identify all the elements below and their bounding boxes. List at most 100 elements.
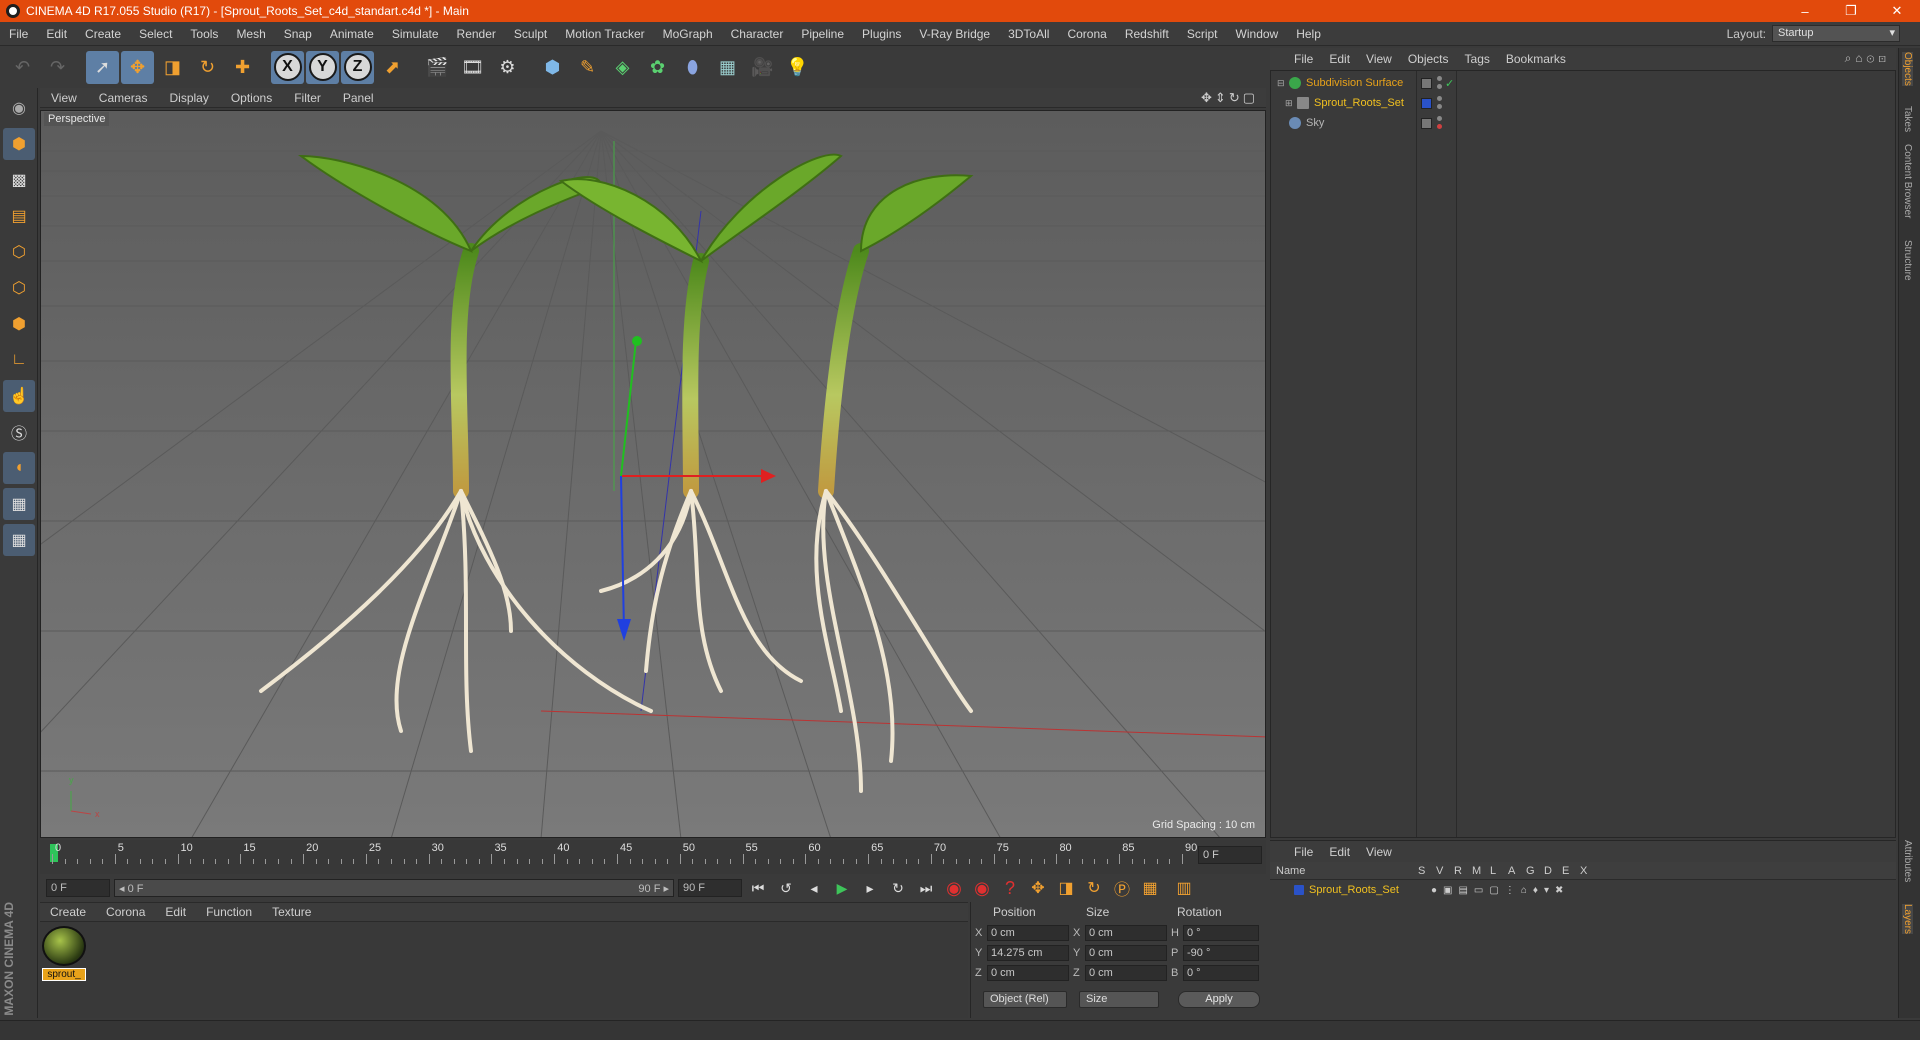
point-level-animation-icon[interactable]: ▦ [1138,877,1162,899]
pen-icon[interactable]: ✎ [571,51,604,84]
deformer-icon[interactable]: ⬮ [676,51,709,84]
visibility-editor-dot[interactable] [1437,96,1442,101]
menu-window[interactable]: Window [1227,27,1288,41]
object-menu-file[interactable]: File [1286,52,1321,66]
layout-dropdown[interactable]: Startup [1772,25,1900,42]
layer-row-sprout-roots-set[interactable]: Sprout_Roots_Set ●▣▤▭▢⋮⌂♦▾✖ [1270,880,1894,900]
coordinate-mode-dropdown[interactable]: Object (Rel) [983,991,1067,1008]
make-editable-icon[interactable]: ◉ [3,92,35,124]
layer-menu-edit[interactable]: Edit [1321,845,1358,859]
move-icon[interactable]: ✥ [121,50,154,84]
coordinate-system-icon[interactable]: ⬈ [376,51,409,84]
material-menu-edit[interactable]: Edit [155,905,196,919]
object-row-sky[interactable]: Sky [1271,113,1895,133]
polygons-mode-icon[interactable]: ⬢ [3,308,35,340]
maximize-button[interactable]: ❐ [1828,3,1874,19]
layer-menu-view[interactable]: View [1358,845,1400,859]
render-picture-viewer-icon[interactable]: 🎞 [456,51,489,84]
perspective-viewport[interactable]: Perspective y x Grid Spacing : 10 cm [40,110,1266,838]
redo-icon[interactable]: ↷ [41,51,74,84]
menu-pipeline[interactable]: Pipeline [792,27,853,41]
last-tool-icon[interactable]: ✚ [226,51,259,84]
workplane-icon[interactable]: ▤ [3,200,35,232]
rotation-p-field[interactable]: -90 ° [1183,945,1259,961]
camera-icon[interactable]: 🎥 [746,51,779,84]
texture-mode-icon[interactable]: ▩ [3,164,35,196]
object-menu-edit[interactable]: Edit [1321,52,1358,66]
render-view-icon[interactable]: 🎬 [421,51,454,84]
cube-icon[interactable]: ⬢ [536,51,569,84]
viewport-menu-view[interactable]: View [40,91,88,105]
snap-icon[interactable]: ◖ [3,452,35,484]
go-to-end-icon[interactable]: ⏭ [914,877,938,899]
light-icon[interactable]: 💡 [781,51,814,84]
position-y-field[interactable]: 14.275 cm [987,945,1069,961]
visibility-render-dot[interactable] [1437,104,1442,109]
menu-vray-bridge[interactable]: V-Ray Bridge [910,27,999,41]
next-key-icon[interactable]: ↻ [886,877,910,899]
x-axis-icon[interactable]: X [271,50,304,84]
tab-layers[interactable]: Layers [1902,904,1913,935]
position-key-icon[interactable]: ✥ [1026,877,1050,899]
size-mode-dropdown[interactable]: Size [1079,991,1159,1008]
layer-toggle-icons[interactable]: ●▣▤▭▢⋮⌂♦▾✖ [1431,885,1569,896]
menu-render[interactable]: Render [448,27,505,41]
size-z-field[interactable]: 0 cm [1085,965,1167,981]
viewport-menu-filter[interactable]: Filter [283,91,332,105]
viewport-menu-options[interactable]: Options [220,91,283,105]
position-z-field[interactable]: 0 cm [987,965,1069,981]
menu-script[interactable]: Script [1178,27,1227,41]
object-menu-objects[interactable]: Objects [1400,52,1457,66]
viewport-menu-panel[interactable]: Panel [332,91,385,105]
subdivision-icon[interactable]: ◈ [606,51,639,84]
visibility-editor-dot[interactable] [1437,116,1442,121]
solo-icon[interactable]: Ⓢ [3,416,35,448]
menu-simulate[interactable]: Simulate [383,27,448,41]
material-swatch[interactable]: sprout_ [42,926,86,982]
rotate-icon[interactable]: ↻ [191,51,224,84]
viewport-menu-cameras[interactable]: Cameras [88,91,159,105]
locked-workplane-icon[interactable]: ▦ [3,524,35,556]
timeline-ruler[interactable]: 0 5 10 15 20 25 30 35 40 45 50 55 60 65 70 75 80 85 90 0 F [40,840,1266,874]
previous-key-icon[interactable]: ↺ [774,877,798,899]
menu-select[interactable]: Select [130,27,181,41]
size-x-field[interactable]: 0 cm [1085,925,1167,941]
menu-help[interactable]: Help [1287,27,1330,41]
scale-icon[interactable]: ◨ [156,51,189,84]
visibility-render-dot[interactable] [1437,84,1442,89]
object-manager-search-icons[interactable]: ⌕⌂⊙⊡ [1845,51,1890,66]
material-menu-texture[interactable]: Texture [262,905,321,919]
frame-ruler[interactable]: 0 5 10 15 20 25 30 35 40 45 50 55 60 65 70 75 80 85 90 [50,842,1197,864]
menu-motion-tracker[interactable]: Motion Tracker [556,27,653,41]
keyframe-selection-icon[interactable]: ? [998,877,1022,899]
object-row-subdivision-surface[interactable]: ⊟ Subdivision Surface ✓ [1271,73,1895,93]
scale-key-icon[interactable]: ◨ [1054,877,1078,899]
undo-icon[interactable]: ↶ [6,51,39,84]
layer-color-icon[interactable] [1421,97,1432,109]
close-button[interactable]: ✕ [1874,3,1920,19]
live-selection-icon[interactable]: ➚ [86,50,119,84]
start-frame-field[interactable]: 0 F [46,879,110,897]
layer-menu-file[interactable]: File [1286,845,1321,859]
menu-mograph[interactable]: MoGraph [654,27,722,41]
layer-tag-icon[interactable] [1421,77,1432,89]
menu-snap[interactable]: Snap [275,27,321,41]
rotation-key-icon[interactable]: ↻ [1082,877,1106,899]
go-to-start-icon[interactable]: ⏮ [746,877,770,899]
menu-plugins[interactable]: Plugins [853,27,910,41]
record-active-objects-icon[interactable]: ◉ [942,877,966,899]
cloner-icon[interactable]: ✿ [641,51,674,84]
frame-range-slider[interactable]: ◂ 0 F 90 F ▸ [114,879,674,897]
viewport-menu-display[interactable]: Display [158,91,219,105]
menu-sculpt[interactable]: Sculpt [505,27,556,41]
object-row-sprout-roots-set[interactable]: ⊞ Sprout_Roots_Set [1271,93,1895,113]
object-menu-tags[interactable]: Tags [1457,52,1498,66]
z-axis-icon[interactable]: Z [341,50,374,84]
edit-render-settings-icon[interactable]: ⚙ [491,51,524,84]
visibility-editor-dot[interactable] [1437,76,1442,81]
next-frame-icon[interactable]: ▸ [858,877,882,899]
menu-edit[interactable]: Edit [37,27,76,41]
autokeying-icon[interactable]: ◉ [970,877,994,899]
object-menu-bookmarks[interactable]: Bookmarks [1498,52,1574,66]
current-frame-field[interactable]: 0 F [1198,846,1262,864]
